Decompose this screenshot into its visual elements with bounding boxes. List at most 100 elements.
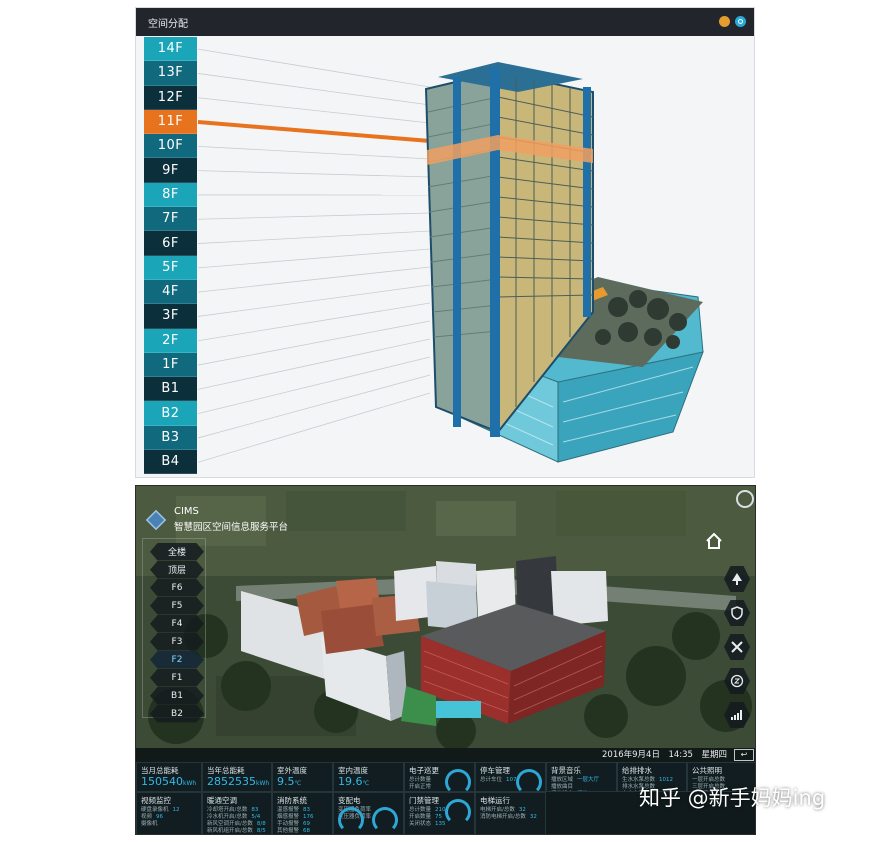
card-value: 150540kWh [141, 775, 197, 788]
floor-button-5f[interactable]: 5F [144, 255, 197, 280]
card-line: 关闭状态 135 [409, 819, 446, 827]
floor-button-4f[interactable]: 4F [144, 279, 197, 305]
floor-nav-f4[interactable]: F4 [150, 615, 204, 633]
card-line-label: 播放状态 [551, 791, 573, 792]
space-allocation-panel: 空间分配 14F 13F 12F 11F 10F 9F 8F 7F 6F 5F 4F 3F 2F 1F B1… [135, 7, 755, 478]
leader-line-12f [198, 97, 431, 124]
panel-title-bar: 空间分配 [136, 8, 754, 36]
card-line-value: 68 [303, 828, 311, 834]
floor-button-b2[interactable]: B2 [144, 401, 197, 426]
card-line-label: 总计车位 [480, 777, 503, 783]
leader-line-3f [198, 284, 431, 317]
card-line-value: 一层大厅 [577, 777, 600, 783]
tower-left-face[interactable] [424, 70, 499, 434]
floor-button-10f[interactable]: 10F [144, 134, 197, 159]
leader-line-5f [198, 248, 431, 269]
card-line-value: 12 [172, 807, 180, 813]
card-line-label: 消防电梯开启/总数 [480, 814, 526, 820]
card-line: 开启正常 [409, 782, 435, 790]
background-music-card[interactable]: 背景音乐播放区域一层大厅播放曲目播放状态播放 [546, 762, 617, 792]
card-line-label: 新风机组开启/总数 [207, 828, 253, 834]
floor-button-11f[interactable]: 11F [144, 109, 197, 135]
outdoor-temp-card[interactable]: 室外温度 9.5℃ [272, 762, 333, 792]
card-value: 9.5℃ [277, 775, 302, 788]
access-control-card[interactable]: 门禁管理 总计数量 210 开启数量 75 关闭状态 135 [404, 792, 475, 834]
floor-button-b1[interactable]: B1 [144, 377, 197, 402]
floor-nav-f2[interactable]: F2 [150, 651, 204, 669]
floor-nav: 全楼 顶层 F6 F5 F4 F3 F2 F1 B1 B2 [150, 543, 204, 723]
video-monitoring-card[interactable]: 视频监控 硬盘录像机 12 视频 96 摄像机 [136, 792, 202, 834]
floor-nav-b1[interactable]: B1 [150, 687, 204, 705]
leader-line-b2 [198, 356, 431, 415]
leader-line-4f [198, 266, 431, 293]
floor-button-6f[interactable]: 6F [144, 231, 197, 256]
card-line: 消防电梯开启/总数 32 [480, 812, 537, 820]
leader-line-10f [198, 145, 431, 160]
leader-line-9f [198, 170, 431, 178]
gauge-icon [338, 807, 364, 833]
gauge-icon [516, 769, 542, 791]
home-icon[interactable] [705, 532, 723, 550]
floor-list: 14F 13F 12F 11F 10F 9F 8F 7F 6F 5F 4F 3F 2F 1F B1 B2 B3 B… [144, 37, 197, 475]
watermark: 知乎 @新手妈妈ing [639, 786, 826, 810]
swimming-pool[interactable] [436, 701, 481, 718]
card-line-label: 关闭状态 [409, 821, 432, 827]
card-line: 播放状态 播放 [551, 789, 588, 792]
leader-line-13f [198, 73, 431, 106]
fire-system-card[interactable]: 消防系统 温感报警 83 烟感报警 176 手动报警 69 其他报警 68 [272, 792, 333, 834]
floor-button-b4[interactable]: B4 [144, 450, 197, 475]
leader-line-1f [198, 320, 431, 366]
panel-title: 空间分配 [148, 19, 188, 30]
compass-icon[interactable] [736, 490, 754, 508]
platform-name: 智慧园区空间信息服务平台 [174, 522, 289, 533]
gauge-icon [372, 807, 398, 833]
datetime: 2016年9月4日 14:35 星期四 [602, 750, 727, 760]
floor-button-8f[interactable]: 8F [144, 182, 197, 208]
card-line-label: 开启正常 [409, 784, 432, 790]
status-bar: 2016年9月4日 14:35 星期四 ↩ [136, 748, 755, 762]
parking-card[interactable]: 停车管理 总计车位 107 [475, 762, 546, 792]
elevator-card[interactable]: 电梯运行 电梯开启/总数 32 消防电梯开启/总数 32 [475, 792, 546, 834]
floor-button-1f[interactable]: 1F [144, 352, 197, 378]
hvac-card[interactable]: 暖通空调 冷却塔开启/总数 83 冷水机开启/总数 5/4 新风空调开启/总数 8/8 新风机… [202, 792, 272, 834]
brand-code: CIMS [174, 506, 199, 517]
refresh-icon[interactable] [735, 16, 746, 27]
electronic-patrol-card[interactable]: 电子巡更 总计数量 开启正常 [404, 762, 475, 792]
energy-year-card[interactable]: 当年总能耗 2852535kWh [202, 762, 272, 792]
indoor-temp-card[interactable]: 室内温度 19.6℃ [333, 762, 404, 792]
back-button[interactable]: ↩ [734, 749, 754, 761]
floor-button-14f[interactable]: 14F [144, 37, 197, 62]
card-line-value: 135 [435, 821, 446, 827]
floor-nav-b2[interactable]: B2 [150, 705, 204, 723]
card-value: 19.6℃ [338, 775, 370, 788]
leader-line-2f [198, 302, 431, 342]
floor-leader-lines [198, 48, 431, 463]
minimize-icon[interactable] [719, 16, 730, 27]
card-line-label: 其他报警 [277, 828, 300, 834]
floor-button-13f[interactable]: 13F [144, 61, 197, 86]
floor-button-2f[interactable]: 2F [144, 328, 197, 353]
floor-button-b3[interactable]: B3 [144, 425, 197, 451]
card-line-value: 播放 [577, 791, 588, 792]
floor-nav-f1[interactable]: F1 [150, 669, 204, 687]
floor-button-7f[interactable]: 7F [144, 207, 197, 232]
floor-nav-f5[interactable]: F5 [150, 597, 204, 615]
floor-nav-f3[interactable]: F3 [150, 633, 204, 651]
card-line: 摄像机 [141, 819, 162, 827]
card-line: 新风机组开启/总数 8/5 [207, 826, 266, 834]
leader-line-14f [198, 48, 431, 88]
leader-line-7f [198, 212, 431, 220]
card-line: 其他报警 68 [277, 826, 310, 834]
floor-nav-all[interactable]: 全楼 [150, 543, 204, 561]
power-distribution-card[interactable]: 变配电 变压器负荷率 变压器负荷率 [333, 792, 404, 834]
card-value: 2852535kWh [207, 775, 270, 788]
floor-button-12f[interactable]: 12F [144, 85, 197, 110]
leader-line-b3 [198, 374, 431, 439]
floor-button-3f[interactable]: 3F [144, 304, 197, 329]
floor-nav-top[interactable]: 顶层 [150, 561, 204, 579]
floor-button-9f[interactable]: 9F [144, 158, 197, 183]
floor-nav-f6[interactable]: F6 [150, 579, 204, 597]
card-line-value: 107 [506, 777, 517, 783]
energy-month-card[interactable]: 当月总能耗 150540kWh [136, 762, 202, 792]
leader-line-11f [198, 120, 431, 143]
